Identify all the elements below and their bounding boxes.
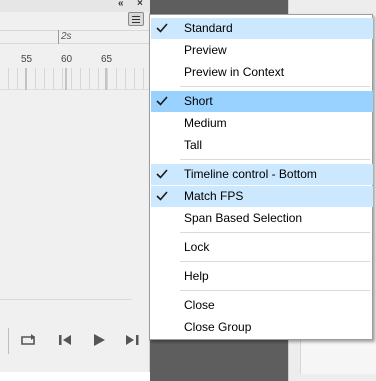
frame-number: 60 [61, 54, 73, 65]
frame-tick [105, 68, 107, 90]
menu-item-label: Preview [184, 43, 227, 57]
menu-item-label: Lock [184, 240, 210, 254]
menu-item-standard[interactable]: Standard [151, 18, 373, 39]
menu-item-medium[interactable]: Medium [151, 113, 373, 134]
frame-ruler[interactable] [0, 68, 150, 90]
stage: « × 2s 55 60 65 Standard Preview Preview… [0, 0, 376, 381]
menu-item-label: Timeline control - Bottom [184, 167, 317, 181]
panel-title-bar [0, 0, 150, 12]
track-divider [0, 299, 132, 300]
menu-item-preview[interactable]: Preview [151, 40, 373, 61]
frame-number: 55 [21, 54, 33, 65]
menu-item-label: Short [184, 94, 213, 108]
panel-footer [0, 372, 150, 381]
menu-item-label: Close [184, 298, 215, 312]
menu-item-label: Tall [184, 138, 203, 152]
menu-separator [180, 290, 370, 291]
menu-item-timeline-control-bottom[interactable]: Timeline control - Bottom [151, 164, 373, 185]
ruler-time-bar [0, 30, 150, 44]
frame-number: 65 [101, 54, 113, 65]
context-menu: Standard Preview Preview in Context Shor… [149, 14, 373, 340]
menu-item-span-based-selection[interactable]: Span Based Selection [151, 208, 373, 229]
menu-item-label: Help [184, 269, 209, 283]
step-forward-icon[interactable] [124, 333, 140, 347]
menu-item-match-fps[interactable]: Match FPS [151, 186, 373, 207]
loop-icon[interactable] [20, 333, 38, 347]
menu-item-lock[interactable]: Lock [151, 237, 373, 258]
menu-item-label: Span Based Selection [184, 211, 303, 225]
menu-item-close[interactable]: Close [151, 295, 373, 316]
menu-item-label: Medium [184, 116, 227, 130]
checkmark-icon [156, 191, 168, 201]
menu-item-label: Preview in Context [184, 65, 285, 79]
menu-item-preview-in-context[interactable]: Preview in Context [151, 62, 373, 83]
close-icon[interactable]: × [137, 0, 143, 10]
play-icon[interactable] [92, 333, 106, 347]
menu-separator [180, 159, 370, 160]
menu-separator [180, 86, 370, 87]
ruler-seconds-label: 2s [58, 30, 72, 44]
frame-tick [25, 68, 27, 90]
collapse-icon[interactable]: « [118, 0, 124, 10]
menu-separator [180, 232, 370, 233]
menu-item-tall[interactable]: Tall [151, 135, 373, 156]
timeline-panel: « × 2s 55 60 65 [0, 0, 150, 375]
menu-item-label: Close Group [184, 320, 252, 334]
checkmark-icon [156, 169, 168, 179]
menu-item-close-group[interactable]: Close Group [151, 317, 373, 338]
frame-tick [65, 68, 67, 90]
menu-item-help[interactable]: Help [151, 266, 373, 287]
menu-separator [180, 261, 370, 262]
controls-separator [8, 328, 9, 354]
menu-item-short[interactable]: Short [151, 91, 373, 112]
checkmark-icon [156, 96, 168, 106]
menu-item-label: Match FPS [184, 189, 244, 203]
menu-item-label: Standard [184, 21, 233, 35]
step-back-icon[interactable] [58, 333, 74, 347]
panel-menu-icon[interactable] [128, 12, 144, 26]
checkmark-icon [156, 23, 168, 33]
